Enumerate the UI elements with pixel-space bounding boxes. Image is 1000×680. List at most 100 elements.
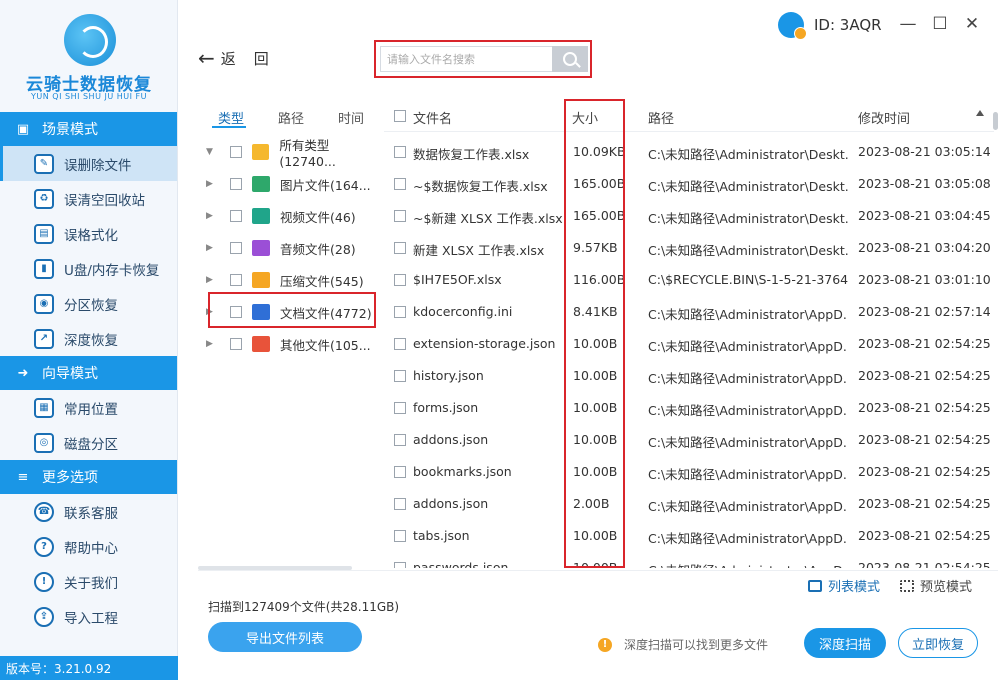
- recover-now-button[interactable]: 立即恢复: [898, 628, 978, 658]
- table-row[interactable]: 新建 XLSX 工作表.xlsx 9.57KB C:\未知路径\Administra…: [384, 232, 994, 264]
- select-all-checkbox[interactable]: [394, 110, 406, 122]
- common-location-icon: ▦: [34, 397, 54, 418]
- partition-icon: ◉: [34, 293, 54, 314]
- expand-right-icon[interactable]: ▶: [206, 275, 218, 285]
- row-checkbox[interactable]: [394, 306, 406, 318]
- row-checkbox[interactable]: [394, 338, 406, 350]
- sidebar-item[interactable]: ! 关于我们: [0, 564, 177, 599]
- sidebar-item[interactable]: ▤ 误格式化: [0, 216, 177, 251]
- maximize-icon[interactable]: ☐: [930, 14, 950, 34]
- table-row[interactable]: ~$数据恢复工作表.xlsx 165.00B C:\未知路径\Administrat…: [384, 168, 994, 200]
- category-label: 其他文件(105...: [280, 337, 371, 353]
- sort-ascending-icon[interactable]: [976, 110, 984, 116]
- back-button[interactable]: ← 返 回: [198, 46, 269, 70]
- cell-path: C:\未知路径\Administrator\AppD...: [648, 435, 848, 450]
- export-list-button[interactable]: 导出文件列表: [208, 622, 362, 652]
- row-checkbox[interactable]: [394, 466, 406, 478]
- row-checkbox[interactable]: [394, 242, 406, 254]
- search-button[interactable]: [552, 46, 588, 72]
- row-checkbox[interactable]: [394, 498, 406, 510]
- table-row[interactable]: forms.json 10.00B C:\未知路径\Administrator\Ap…: [384, 392, 994, 424]
- header-name[interactable]: 文件名: [413, 108, 452, 127]
- info-icon: !: [34, 571, 54, 592]
- category-item[interactable]: ▶ 图片文件(164...: [198, 168, 384, 200]
- table-row[interactable]: tabs.json 10.00B C:\未知路径\Administrator\App…: [384, 520, 994, 552]
- deep-scan-button[interactable]: 深度扫描: [804, 628, 886, 658]
- preview-mode-button[interactable]: 预览模式: [900, 576, 972, 595]
- header-modified[interactable]: 修改时间: [858, 108, 910, 127]
- sidebar-item[interactable]: ◉ 分区恢复: [0, 286, 177, 321]
- category-checkbox[interactable]: [230, 274, 242, 286]
- row-checkbox[interactable]: [394, 274, 406, 286]
- cell-path: C:\未知路径\Administrator\AppD...: [648, 339, 848, 354]
- sidebar-item[interactable]: ▮ U盘/内存卡恢复: [0, 251, 177, 286]
- table-row[interactable]: kdocerconfig.ini 8.41KB C:\未知路径\Administra…: [384, 296, 994, 328]
- category-item[interactable]: ▶ 视频文件(46): [198, 200, 384, 232]
- expand-right-icon[interactable]: ▶: [206, 243, 218, 253]
- size-column-highlight-box: [564, 99, 625, 568]
- cell-path: C:\未知路径\Administrator\Deskt...: [648, 179, 848, 194]
- tab-type[interactable]: 类型: [218, 108, 244, 127]
- cell-modified: 2023-08-21 03:04:45: [858, 208, 990, 223]
- category-checkbox[interactable]: [230, 210, 242, 222]
- table-row[interactable]: history.json 10.00B C:\未知路径\Administrator\…: [384, 360, 994, 392]
- minimize-icon[interactable]: —: [898, 14, 918, 34]
- cell-name: $IH7E5OF.xlsx: [413, 272, 502, 287]
- sidebar-item[interactable]: ◎ 磁盘分区: [0, 425, 177, 460]
- archive-file-icon: [252, 272, 270, 288]
- table-row[interactable]: ~$新建 XLSX 工作表.xlsx 165.00B C:\未知路径\Adminis…: [384, 200, 994, 232]
- row-checkbox[interactable]: [394, 562, 406, 568]
- cell-modified: 2023-08-21 02:54:25: [858, 368, 990, 383]
- table-row[interactable]: bookmarks.json 10.00B C:\未知路径\Administrato…: [384, 456, 994, 488]
- category-item[interactable]: ▶ 音频文件(28): [198, 232, 384, 264]
- table-row[interactable]: addons.json 10.00B C:\未知路径\Administrator\A…: [384, 424, 994, 456]
- row-checkbox[interactable]: [394, 146, 406, 158]
- category-label: 压缩文件(545): [280, 273, 364, 289]
- header-path[interactable]: 路径: [648, 108, 674, 127]
- table-row[interactable]: addons.json 2.00B C:\未知路径\Administrator\Ap…: [384, 488, 994, 520]
- expand-down-icon[interactable]: ▼: [206, 147, 218, 157]
- row-checkbox[interactable]: [394, 178, 406, 190]
- expand-right-icon[interactable]: ▶: [206, 211, 218, 221]
- section-title: 更多选项: [42, 470, 98, 486]
- table-row[interactable]: 数据恢复工作表.xlsx 10.09KB C:\未知路径\Administrator…: [384, 136, 994, 168]
- row-checkbox[interactable]: [394, 434, 406, 446]
- user-info[interactable]: ID: 3AQR: [778, 12, 882, 40]
- table-row[interactable]: $IH7E5OF.xlsx 116.00B C:\$RECYCLE.BIN\S-1-…: [384, 264, 994, 296]
- expand-right-icon[interactable]: ▶: [206, 339, 218, 349]
- table-header: 文件名 大小 路径 修改时间: [384, 100, 994, 132]
- tab-time[interactable]: 时间: [338, 108, 364, 127]
- row-checkbox[interactable]: [394, 210, 406, 222]
- category-checkbox[interactable]: [230, 178, 242, 190]
- row-checkbox[interactable]: [394, 530, 406, 542]
- sidebar-item[interactable]: ✎ 误删除文件: [0, 146, 177, 181]
- cell-path: C:\未知路径\Administrator\AppD...: [648, 560, 848, 568]
- sidebar-sections: ▣ 场景模式 ✎ 误删除文件 ♻ 误清空回收站 ▤ 误格式化 ▮ U盘/内存卡恢复 ◉ 分区恢复 ↗ 深度…: [0, 112, 177, 634]
- warning-icon: !: [598, 637, 612, 652]
- sidebar-item[interactable]: ♻ 误清空回收站: [0, 181, 177, 216]
- list-mode-button[interactable]: 列表模式: [808, 576, 880, 595]
- category-checkbox[interactable]: [230, 338, 242, 350]
- search-input[interactable]: [380, 46, 552, 72]
- sidebar-item[interactable]: ↗ 深度恢复: [0, 321, 177, 356]
- category-checkbox[interactable]: [230, 242, 242, 254]
- sidebar-item[interactable]: ▦ 常用位置: [0, 390, 177, 425]
- close-icon[interactable]: ✕: [962, 14, 982, 34]
- tab-path[interactable]: 路径: [278, 108, 304, 127]
- table-row[interactable]: passwords.json10.00BC:\未知路径\Administrato…: [384, 552, 994, 568]
- sidebar-item-label: 误删除文件: [64, 157, 132, 174]
- cell-modified: 2023-08-21 03:04:20: [858, 240, 990, 255]
- row-checkbox[interactable]: [394, 402, 406, 414]
- category-item[interactable]: ▼ 所有类型(12740...: [198, 136, 384, 169]
- expand-right-icon[interactable]: ▶: [206, 179, 218, 189]
- category-item[interactable]: ▶ 其他文件(105...: [198, 328, 384, 360]
- back-arrow-icon: ←: [198, 46, 215, 70]
- sidebar-item[interactable]: ? 帮助中心: [0, 529, 177, 564]
- table-row[interactable]: extension-storage.json 10.00B C:\未知路径\Admi…: [384, 328, 994, 360]
- table-scrollbar[interactable]: [993, 112, 998, 130]
- sidebar-item[interactable]: ☎ 联系客服: [0, 494, 177, 529]
- cell-path: C:\未知路径\Administrator\Deskt...: [648, 243, 848, 258]
- category-checkbox[interactable]: [229, 146, 242, 158]
- sidebar-item[interactable]: ⇪ 导入工程: [0, 599, 177, 634]
- row-checkbox[interactable]: [394, 370, 406, 382]
